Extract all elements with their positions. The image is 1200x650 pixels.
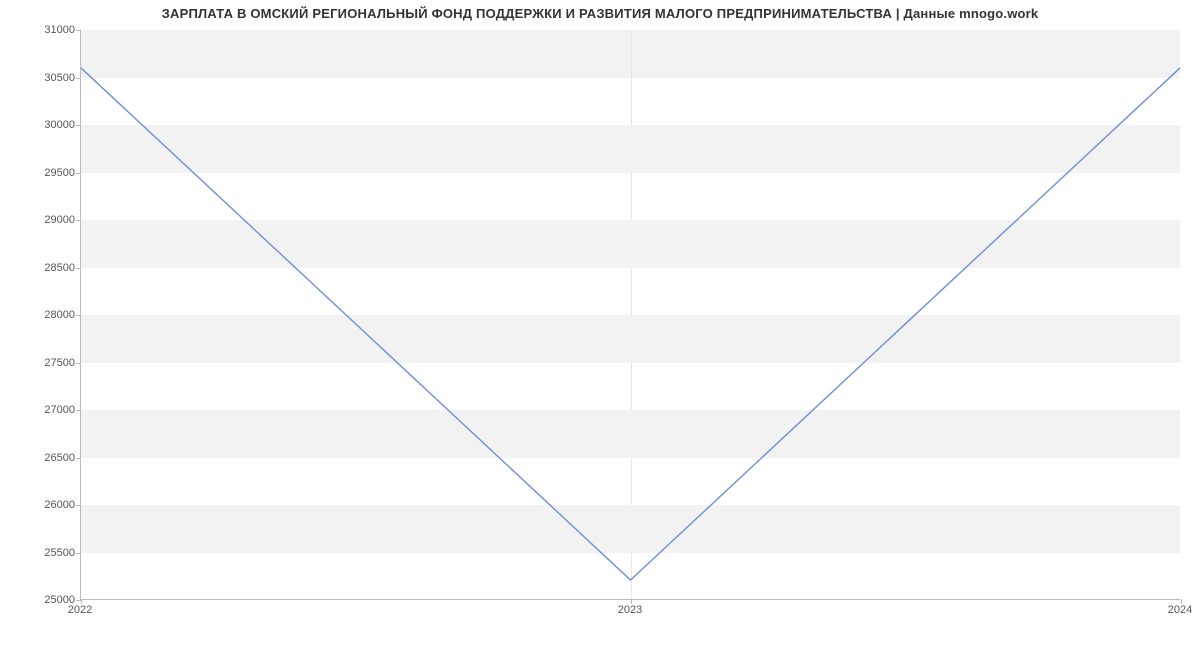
y-tick-label: 29500 — [15, 167, 75, 179]
y-tick-mark — [76, 363, 81, 364]
y-tick-mark — [76, 458, 81, 459]
plot-area — [80, 30, 1180, 600]
y-tick-mark — [76, 220, 81, 221]
line-layer — [81, 30, 1180, 599]
y-tick-mark — [76, 30, 81, 31]
y-tick-mark — [76, 125, 81, 126]
y-tick-label: 28000 — [15, 309, 75, 321]
y-tick-label: 30000 — [15, 119, 75, 131]
y-tick-label: 25500 — [15, 547, 75, 559]
y-tick-label: 29000 — [15, 214, 75, 226]
y-tick-mark — [76, 505, 81, 506]
x-tick-label: 2024 — [1168, 604, 1192, 616]
salary-series-line — [81, 68, 1180, 580]
y-tick-label: 26000 — [15, 499, 75, 511]
chart-title: ЗАРПЛАТА В ОМСКИЙ РЕГИОНАЛЬНЫЙ ФОНД ПОДД… — [0, 6, 1200, 21]
y-tick-label: 27500 — [15, 357, 75, 369]
y-tick-label: 30500 — [15, 72, 75, 84]
y-tick-mark — [76, 173, 81, 174]
y-tick-label: 31000 — [15, 24, 75, 36]
y-tick-label: 25000 — [15, 594, 75, 606]
chart-container: ЗАРПЛАТА В ОМСКИЙ РЕГИОНАЛЬНЫЙ ФОНД ПОДД… — [0, 0, 1200, 650]
x-tick-label: 2023 — [618, 604, 642, 616]
y-tick-mark — [76, 410, 81, 411]
y-tick-mark — [76, 78, 81, 79]
y-tick-mark — [76, 553, 81, 554]
y-tick-label: 27000 — [15, 404, 75, 416]
x-tick-label: 2022 — [68, 604, 92, 616]
y-tick-label: 28500 — [15, 262, 75, 274]
y-tick-label: 26500 — [15, 452, 75, 464]
y-tick-mark — [76, 268, 81, 269]
y-tick-mark — [76, 315, 81, 316]
